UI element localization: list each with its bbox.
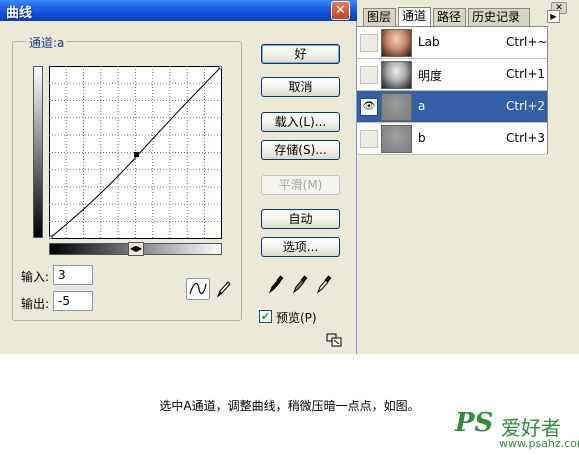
- visibility-toggle[interactable]: [360, 34, 378, 52]
- gray-eyedropper-icon[interactable]: [292, 274, 308, 294]
- menu-arrow-icon: ▶: [550, 12, 557, 21]
- curve-endpoint-white: [218, 66, 222, 70]
- visibility-toggle[interactable]: 👁: [360, 98, 378, 116]
- channel-thumbnail: [381, 29, 412, 57]
- save-button[interactable]: 存储(S)...: [261, 140, 340, 160]
- channel-row-lightness[interactable]: 明度 Ctrl+1: [357, 59, 547, 91]
- channel-row-b[interactable]: b Ctrl+3: [357, 123, 547, 155]
- channel-label: 通道:a: [26, 34, 68, 51]
- dialog-title: 曲线: [6, 6, 33, 21]
- channel-name: b: [418, 131, 426, 145]
- eye-icon: 👁: [362, 101, 376, 112]
- tab-layers[interactable]: 图层: [363, 8, 396, 26]
- channel-thumbnail: [381, 125, 412, 153]
- curve-tool-button[interactable]: [186, 278, 210, 300]
- curve-graph[interactable]: [49, 66, 222, 239]
- channel-name: 明度: [418, 69, 443, 83]
- output-label: 输出:: [21, 297, 50, 311]
- cancel-button[interactable]: 取消: [261, 77, 340, 97]
- output-field[interactable]: -5: [53, 291, 93, 311]
- preview-checkbox[interactable]: ✔: [259, 310, 272, 323]
- curve-endpoint-black: [49, 235, 53, 239]
- channel-row-lab[interactable]: Lab Ctrl+~: [357, 27, 547, 59]
- channel-shortcut: Ctrl+~: [506, 35, 548, 49]
- channel-name: a: [418, 99, 426, 113]
- gradient-toggle-icon[interactable]: ◀▶: [128, 242, 144, 256]
- channel-list: Lab Ctrl+~ 明度 Ctrl+1 👁 a Ctrl+2 b Ctrl+3: [357, 26, 548, 155]
- palette-menu-button[interactable]: ▶: [547, 10, 560, 23]
- ok-button[interactable]: 好: [261, 44, 340, 64]
- palette-scroll-area: [548, 26, 578, 154]
- watermark-url: www.psahz.com: [499, 437, 579, 450]
- visibility-toggle[interactable]: [360, 66, 378, 84]
- smooth-button[interactable]: 平滑(M): [261, 175, 340, 195]
- channel-thumbnail: [381, 61, 412, 89]
- black-eyedropper-icon[interactable]: [268, 274, 284, 294]
- resize-icon[interactable]: [326, 333, 342, 347]
- input-field[interactable]: 3: [53, 265, 93, 285]
- watermark-ps: PS: [455, 408, 494, 438]
- curve-tool-icon: [189, 283, 207, 295]
- visibility-toggle[interactable]: [360, 130, 378, 148]
- watermark-logo: PS 爱好者 www.psahz.com: [455, 408, 579, 450]
- pencil-icon[interactable]: [214, 279, 232, 299]
- channel-name: Lab: [418, 35, 440, 49]
- channel-shortcut: Ctrl+3: [506, 131, 546, 145]
- close-button[interactable]: ✕: [331, 1, 350, 20]
- tab-channels[interactable]: 通道: [398, 7, 431, 27]
- channel-row-a[interactable]: 👁 a Ctrl+2: [357, 91, 547, 123]
- load-button[interactable]: 载入(L)...: [261, 112, 340, 132]
- white-eyedropper-icon[interactable]: [316, 274, 332, 294]
- close-icon: ✕: [335, 3, 346, 18]
- preview-label: 预览(P): [276, 311, 317, 325]
- channel-shortcut: Ctrl+2: [506, 99, 546, 113]
- channel-shortcut: Ctrl+1: [506, 67, 546, 81]
- dialog-titlebar[interactable]: 曲线: [0, 0, 357, 21]
- tab-paths[interactable]: 路径: [433, 8, 466, 26]
- output-gradient-bar: [33, 66, 43, 238]
- options-button[interactable]: 选项...: [261, 237, 340, 257]
- channel-thumbnail: [381, 93, 412, 121]
- auto-button[interactable]: 自动: [261, 209, 340, 229]
- input-label: 输入:: [21, 270, 50, 284]
- curve-control-point: [134, 152, 139, 157]
- tab-history[interactable]: 历史记录: [468, 8, 530, 26]
